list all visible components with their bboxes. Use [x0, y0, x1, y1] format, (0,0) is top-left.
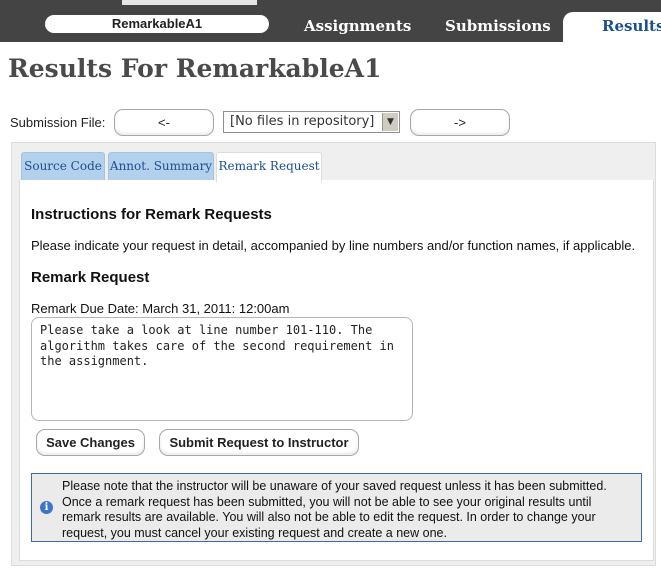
remark-due-date: Remark Due Date: March 31, 2011: 12:00am — [31, 301, 290, 316]
info-icon: i — [40, 501, 53, 514]
notice-text: Please note that the instructor will be … — [62, 479, 607, 540]
tab-remark-request[interactable]: Remark Request — [216, 152, 322, 182]
selected-file-value: [No files in repository] — [230, 114, 375, 129]
top-nav-bar: RemarkableA1 Assignments Submissions Res… — [0, 0, 661, 42]
remark-request-textarea[interactable]: Please take a look at line number 101-11… — [31, 317, 413, 421]
nav-notch — [122, 0, 257, 5]
previous-file-button[interactable]: <- — [114, 109, 214, 136]
submission-file-label: Submission File: — [10, 115, 106, 130]
submission-file-select[interactable]: [No files in repository] ▼ — [223, 111, 400, 133]
tab-annot-summary[interactable]: Annot. Summary — [108, 152, 214, 180]
page-title: Results For RemarkableA1 — [8, 54, 382, 83]
nav-tab-results[interactable]: Results — [563, 12, 661, 42]
remark-request-heading: Remark Request — [31, 269, 150, 286]
submit-request-button[interactable]: Submit Request to Instructor — [159, 429, 359, 456]
dropdown-arrow-icon[interactable]: ▼ — [382, 113, 398, 131]
info-notice: i Please note that the instructor will b… — [31, 473, 642, 542]
nav-tab-submissions[interactable]: Submissions — [445, 12, 551, 42]
current-assignment-pill[interactable]: RemarkableA1 — [45, 15, 269, 33]
next-file-button[interactable]: -> — [410, 109, 510, 136]
save-changes-button[interactable]: Save Changes — [36, 429, 145, 456]
nav-tab-assignments[interactable]: Assignments — [304, 12, 411, 42]
tab-source-code[interactable]: Source Code — [21, 152, 105, 180]
instructions-heading: Instructions for Remark Requests — [31, 206, 272, 223]
instructions-text: Please indicate your request in detail, … — [31, 238, 636, 253]
